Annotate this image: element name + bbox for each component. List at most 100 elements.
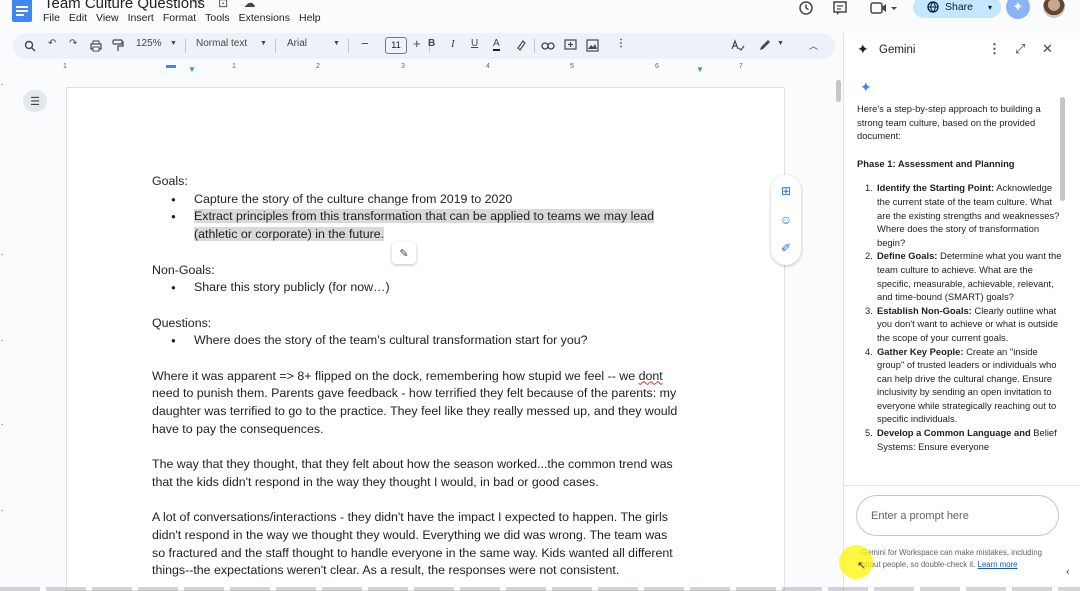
- toolbar-divider: [534, 39, 535, 53]
- toolbar-divider: [348, 39, 349, 53]
- editing-mode-dropdown-icon: ▼: [777, 40, 784, 47]
- gemini-scrollbar[interactable]: [1060, 97, 1065, 201]
- collapse-menus-icon[interactable]: ︿: [809, 39, 818, 52]
- gemini-side-panel: ✦ Gemini ⋮ ⤢ ✕ ✦ Here's a step-by-step a…: [843, 33, 1080, 591]
- comments-icon[interactable]: [832, 0, 848, 16]
- share-label: Share: [945, 1, 974, 13]
- italic-button[interactable]: I: [451, 38, 455, 50]
- menu-file[interactable]: File: [43, 12, 60, 24]
- highlight-color-icon[interactable]: [515, 39, 527, 51]
- editing-mode-icon[interactable]: [758, 39, 772, 52]
- step-title: Identify the Starting Point:: [877, 182, 995, 194]
- divider: [844, 485, 1080, 486]
- menu-format[interactable]: Format: [163, 12, 196, 24]
- list-item: Capture the story of the culture change …: [152, 191, 712, 209]
- gemini-response: Here's a step-by-step approach to buildi…: [857, 102, 1063, 486]
- right-indent-marker[interactable]: ▼: [696, 65, 704, 74]
- menu-view[interactable]: View: [96, 12, 119, 24]
- menu-insert[interactable]: Insert: [128, 12, 154, 24]
- response-intro: Here's a step-by-step approach to buildi…: [857, 103, 1041, 142]
- menu-edit[interactable]: Edit: [69, 12, 87, 24]
- close-icon[interactable]: ✕: [1042, 41, 1053, 57]
- insert-image-icon[interactable]: [586, 39, 599, 52]
- paint-format-icon[interactable]: [112, 39, 124, 52]
- redo-icon[interactable]: ↷: [69, 38, 77, 49]
- horizontal-ruler: 1 ▬ ▼ 1 2 3 4 5 6 ▼ 7: [60, 60, 780, 78]
- add-emoji-reaction-icon[interactable]: ☺: [778, 212, 794, 228]
- mouse-cursor-icon: ↖: [857, 560, 867, 572]
- meet-icon[interactable]: [870, 0, 898, 16]
- zoom-select[interactable]: 125%: [136, 38, 162, 49]
- left-indent-marker[interactable]: ▬: [166, 60, 176, 71]
- document-body[interactable]: Goals: Capture the story of the culture …: [152, 173, 712, 580]
- chevron-left-icon[interactable]: ‹: [1066, 566, 1070, 578]
- toolbar-divider: [185, 39, 186, 53]
- paragraph-line: didn't respond in the way we thought the…: [152, 527, 668, 542]
- history-icon[interactable]: [798, 0, 814, 16]
- suggest-edits-icon[interactable]: ✐: [778, 240, 794, 256]
- print-icon[interactable]: [90, 40, 102, 52]
- add-comment-icon[interactable]: [564, 39, 577, 52]
- learn-more-link[interactable]: Learn more: [978, 560, 1018, 569]
- gemini-panel-title: Gemini: [879, 44, 916, 56]
- gemini-panel-header: ✦ Gemini ⋮ ⤢ ✕: [844, 33, 1080, 69]
- menu-extensions[interactable]: Extensions: [239, 12, 290, 24]
- document-page[interactable]: Goals: Capture the story of the culture …: [66, 87, 785, 591]
- list-item: Extract principles from this transformat…: [152, 208, 712, 226]
- increase-font-size-button[interactable]: +: [413, 36, 421, 51]
- docs-logo-icon[interactable]: [12, 0, 32, 22]
- zoom-dropdown-icon: ▼: [170, 40, 177, 47]
- undo-icon[interactable]: ↶: [48, 38, 56, 49]
- ruler-tick: -: [1, 422, 4, 429]
- formatting-toolbar: ↶ ↷ 125% ▼ Normal text ▼ Arial ▼ − 11 + …: [13, 33, 835, 59]
- title-action-icons[interactable]: ☆ ⊡ ☁: [192, 0, 261, 10]
- decrease-font-size-button[interactable]: −: [361, 36, 369, 51]
- document-title[interactable]: Team Culture Questions: [44, 0, 205, 12]
- list-item: Share this story publicly (for now…): [152, 279, 712, 297]
- cursor-highlight: [839, 545, 873, 579]
- underline-button[interactable]: U: [471, 38, 478, 49]
- menu-tools[interactable]: Tools: [205, 12, 230, 24]
- step-title: Gather Key People:: [877, 345, 964, 357]
- document-scrollbar[interactable]: [836, 80, 841, 102]
- style-select[interactable]: Normal text: [196, 38, 247, 49]
- add-comment-icon[interactable]: ⊞: [778, 183, 794, 199]
- expand-icon[interactable]: ⤢: [1015, 41, 1025, 57]
- step-number: 1.: [865, 182, 873, 194]
- spellcheck-icon[interactable]: [731, 39, 745, 52]
- share-button[interactable]: Share ▾: [913, 0, 1001, 18]
- menu-help[interactable]: Help: [299, 12, 321, 24]
- more-tools-icon[interactable]: ⋮: [616, 38, 626, 49]
- step-number: 2.: [865, 250, 873, 262]
- response-steps: 1. Identify the Starting Point: Acknowled…: [857, 181, 1063, 453]
- gemini-sparkle-icon[interactable]: ✦: [1006, 0, 1030, 19]
- gemini-response-icon: ✦: [860, 79, 872, 95]
- ruler-tick: -: [1, 508, 4, 515]
- paragraph-line: need to punish them. Parents gave feedba…: [152, 386, 677, 401]
- ruler-number: 1: [232, 63, 236, 70]
- menu-bar: File Edit View Insert Format Tools Exten…: [43, 12, 321, 24]
- text-color-button[interactable]: A: [493, 38, 500, 51]
- gemini-prompt-input[interactable]: Enter a prompt here: [856, 495, 1059, 536]
- font-select[interactable]: Arial: [287, 38, 307, 49]
- document-outline-icon[interactable]: ☰: [23, 90, 47, 112]
- avatar[interactable]: [1041, 0, 1067, 20]
- more-options-icon[interactable]: ⋮: [988, 41, 1001, 57]
- bottom-border: [0, 587, 1080, 591]
- insert-link-icon[interactable]: [541, 41, 555, 51]
- ruler-tick: -: [1, 252, 4, 259]
- first-line-indent-marker[interactable]: ▼: [188, 65, 196, 74]
- ruler-number: 7: [739, 63, 743, 70]
- misspelled-word[interactable]: dont: [639, 369, 663, 383]
- gemini-sparkle-icon: ✦: [857, 41, 869, 57]
- title-bar: Team Culture Questions ☆ ⊡ ☁ File Edit V…: [0, 0, 1080, 30]
- search-menus-icon[interactable]: [24, 40, 36, 52]
- help-me-write-icon[interactable]: ✎: [392, 242, 416, 264]
- font-size-input[interactable]: 11: [385, 37, 407, 54]
- step-title: Develop a Common Language and: [877, 427, 1031, 439]
- ruler-tick: -: [1, 82, 4, 89]
- bold-button[interactable]: B: [428, 38, 435, 49]
- share-dropdown-icon: ▾: [987, 2, 992, 12]
- list-item: 5. Develop a Common Language and Belief S…: [857, 426, 1063, 453]
- ruler-tick: -: [1, 338, 4, 345]
